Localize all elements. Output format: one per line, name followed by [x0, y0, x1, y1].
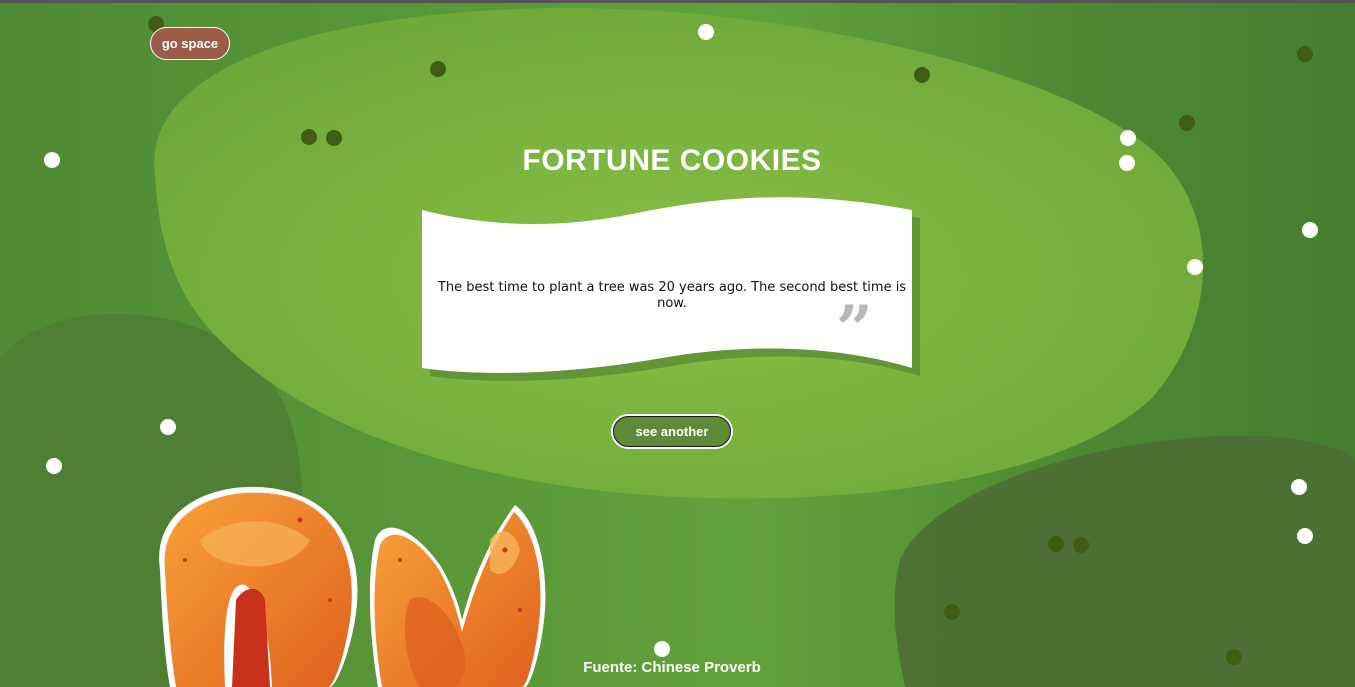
page-title: FORTUNE COOKIES	[522, 144, 822, 177]
go-space-button[interactable]: go space	[150, 27, 230, 60]
see-another-button[interactable]: see another	[611, 414, 733, 449]
quote-mark-icon: ”	[836, 292, 873, 367]
quote-source: Fuente: Chinese Proverb	[583, 659, 761, 676]
fortune-cookie-illustration	[159, 486, 546, 687]
